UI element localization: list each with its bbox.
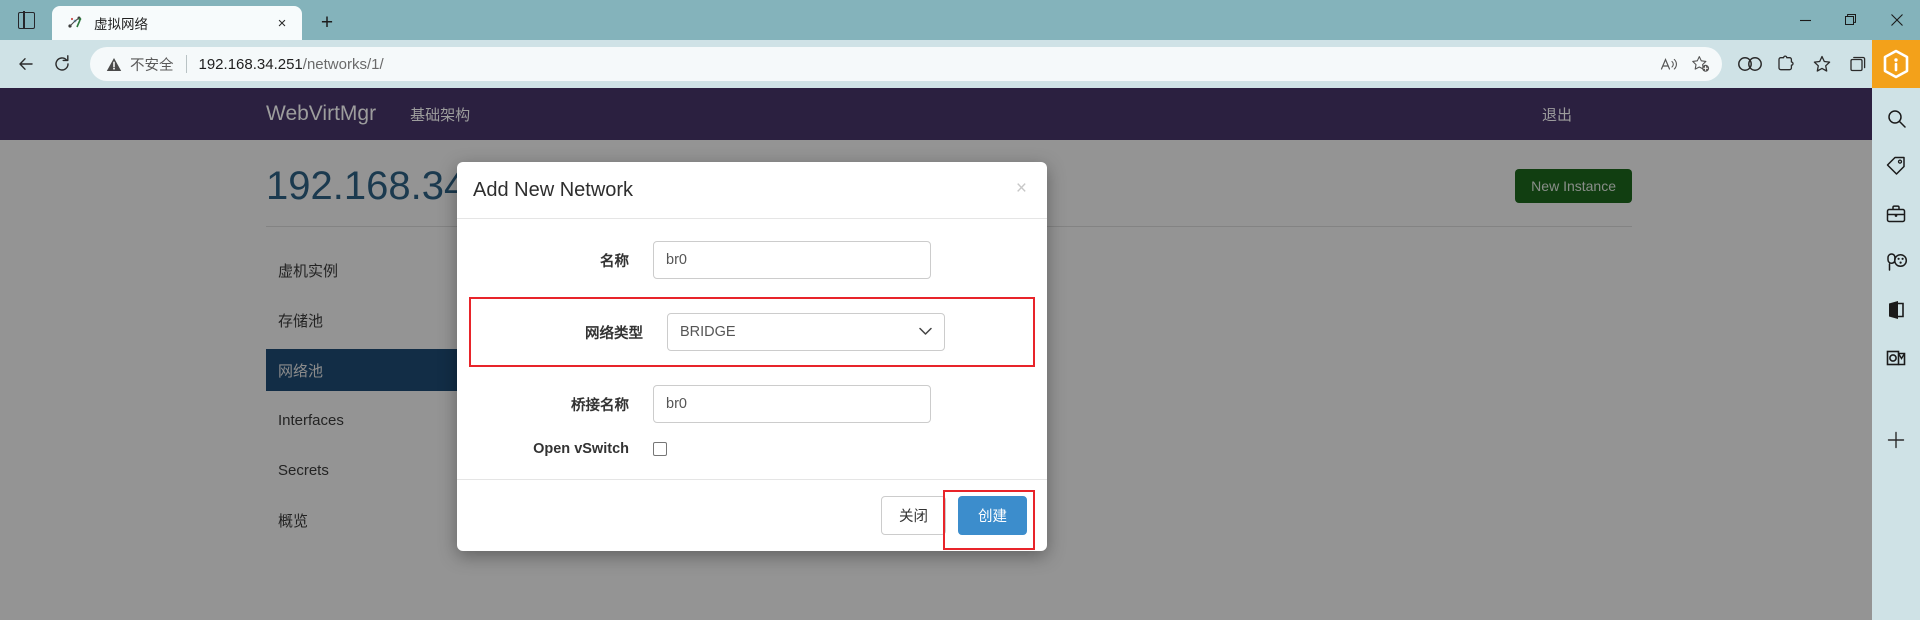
address-url: 192.168.34.251/networks/1/ — [199, 56, 1653, 73]
outlook-icon[interactable] — [1876, 338, 1916, 378]
collections-icon[interactable] — [1840, 46, 1876, 82]
network-type-select[interactable]: BRIDGE — [667, 313, 945, 351]
insecure-warning-icon — [106, 57, 122, 72]
close-icon[interactable] — [1874, 0, 1920, 40]
form-row-open-vswitch: Open vSwitch — [457, 441, 1047, 457]
office-icon[interactable] — [1876, 290, 1916, 330]
form-row-bridge-name: 桥接名称 br0 — [457, 385, 1047, 423]
search-icon[interactable] — [1876, 98, 1916, 138]
label-open-vswitch: Open vSwitch — [533, 441, 629, 457]
label-bridge-name: 桥接名称 — [571, 397, 629, 414]
browser-titlebar: 虚拟网络 × + — [0, 0, 1920, 40]
browser-tab[interactable]: 虚拟网络 × — [52, 6, 302, 40]
maximize-icon[interactable] — [1828, 0, 1874, 40]
close-button[interactable]: 关闭 — [881, 496, 946, 535]
address-actions — [1652, 49, 1716, 79]
minimize-icon[interactable] — [1782, 0, 1828, 40]
games-icon[interactable] — [1876, 242, 1916, 282]
window-controls — [1782, 0, 1920, 40]
copilot-icon[interactable] — [1872, 40, 1920, 88]
extensions-icon[interactable] — [1768, 46, 1804, 82]
back-icon[interactable] — [8, 46, 44, 82]
favorites-icon[interactable] — [1804, 46, 1840, 82]
briefcase-icon[interactable] — [1876, 194, 1916, 234]
page-body: 192.168.34. New Instance 虚机实例 存储池 网络池 In… — [0, 140, 1872, 620]
address-divider — [185, 55, 187, 73]
tab-actions-button[interactable] — [0, 0, 52, 40]
create-button[interactable]: 创建 — [958, 496, 1027, 535]
modal-footer: 关闭 创建 — [457, 479, 1047, 551]
refresh-icon[interactable] — [44, 46, 80, 82]
modal-title: Add New Network — [473, 179, 634, 201]
browser-toolbar: 不安全 192.168.34.251/networks/1/ — [0, 40, 1920, 88]
form-row-network-type: 网络类型 BRIDGE — [469, 297, 1035, 367]
address-bar[interactable]: 不安全 192.168.34.251/networks/1/ — [90, 47, 1722, 81]
label-network-type: 网络类型 — [585, 325, 643, 342]
tab-close-icon[interactable]: × — [270, 11, 294, 35]
nav-logout-link[interactable]: 退出 — [1542, 107, 1572, 124]
browser-window: 虚拟网络 × + 不安全 192.168.34.251/networks/1/ … — [0, 0, 1920, 620]
tag-icon[interactable] — [1876, 146, 1916, 186]
form-row-name: 名称 br0 — [457, 241, 1047, 279]
modal-header: Add New Network × — [457, 162, 1047, 219]
tab-list-icon — [17, 10, 35, 30]
app-brand[interactable]: WebVirtMgr — [266, 102, 376, 126]
tab-title: 虚拟网络 — [94, 17, 148, 32]
name-input[interactable]: br0 — [653, 241, 931, 279]
web-page-content: WebVirtMgr 基础架构 退出 192.168.34. New Insta… — [0, 88, 1872, 620]
network-type-value: BRIDGE — [680, 324, 736, 340]
nav-link-infrastructure[interactable]: 基础架构 — [410, 104, 470, 125]
add-network-modal: Add New Network × 名称 br0 网络类型 BRIDGE 桥接名… — [457, 162, 1047, 551]
copilot-circles-icon[interactable] — [1732, 46, 1768, 82]
url-path: /networks/1/ — [302, 55, 384, 73]
insecure-label: 不安全 — [130, 57, 174, 74]
read-aloud-icon[interactable] — [1654, 49, 1684, 79]
new-tab-button[interactable]: + — [310, 6, 344, 40]
bridge-name-input[interactable]: br0 — [653, 385, 931, 423]
add-favorite-icon[interactable] — [1686, 49, 1716, 79]
url-host: 192.168.34.251 — [198, 55, 303, 73]
app-navbar: WebVirtMgr 基础架构 退出 — [0, 88, 1872, 140]
network-chart-favicon — [66, 14, 84, 32]
close-icon[interactable]: × — [1016, 179, 1027, 198]
label-name: 名称 — [600, 253, 629, 270]
modal-body: 名称 br0 网络类型 BRIDGE 桥接名称 br0 Open vSwitch — [457, 219, 1047, 479]
chevron-down-icon — [919, 324, 932, 340]
edge-sidebar-rail — [1872, 88, 1920, 620]
open-vswitch-checkbox[interactable] — [653, 442, 667, 456]
add-icon[interactable] — [1876, 420, 1916, 460]
navbar-right: 退出 — [1542, 104, 1572, 125]
